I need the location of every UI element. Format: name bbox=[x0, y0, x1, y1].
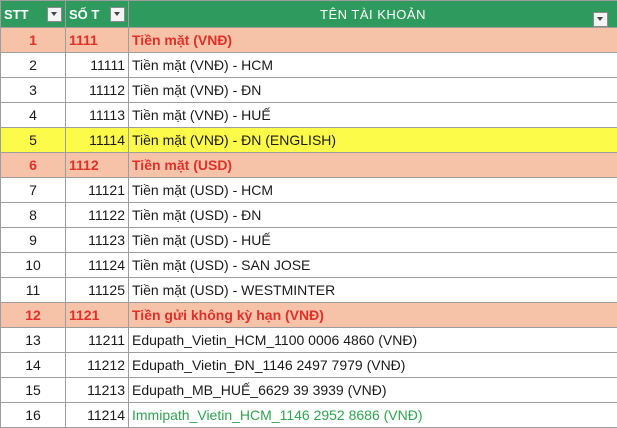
stt-filter-dropdown-icon[interactable] bbox=[47, 7, 62, 22]
stt-cell[interactable]: 5 bbox=[1, 128, 66, 153]
account-code-cell[interactable]: 11125 bbox=[66, 278, 129, 303]
stt-cell[interactable]: 15 bbox=[1, 378, 66, 403]
table-row[interactable]: 1411212Edupath_Vietin_ĐN_1146 2497 7979 … bbox=[1, 353, 617, 378]
account-code-cell[interactable]: 11213 bbox=[66, 378, 129, 403]
account-name-cell[interactable]: Tiền mặt (VNĐ) - HUẾ bbox=[129, 103, 617, 128]
table-row[interactable]: 1011124Tiền mặt (USD) - SAN JOSE bbox=[1, 253, 617, 278]
stt-cell[interactable]: 6 bbox=[1, 153, 66, 178]
table-row[interactable]: 1111125Tiền mặt (USD) - WESTMINTER bbox=[1, 278, 617, 303]
table-row[interactable]: 511114Tiền mặt (VNĐ) - ĐN (ENGLISH) bbox=[1, 128, 617, 153]
table-row[interactable]: 311112Tiền mặt (VNĐ) - ĐN bbox=[1, 78, 617, 103]
account-code-cell[interactable]: 11122 bbox=[66, 203, 129, 228]
table-row[interactable]: 61112Tiền mặt (USD) bbox=[1, 153, 617, 178]
account-code-cell[interactable]: 11123 bbox=[66, 228, 129, 253]
account-code-cell[interactable]: 1112 bbox=[66, 153, 129, 178]
account-code-cell[interactable]: 1111 bbox=[66, 28, 129, 53]
stt-cell[interactable]: 1 bbox=[1, 28, 66, 53]
account-name-cell[interactable]: Tiền mặt (USD) - HCM bbox=[129, 178, 617, 203]
stt-cell[interactable]: 13 bbox=[1, 328, 66, 353]
table-row[interactable]: 911123Tiền mặt (USD) - HUẾ bbox=[1, 228, 617, 253]
table-body: 11111Tiền mặt (VNĐ)211111Tiền mặt (VNĐ) … bbox=[1, 28, 617, 428]
header-row: STT SỐ T TÊN TÀI KHOẢN bbox=[1, 1, 617, 28]
account-code-cell[interactable]: 11112 bbox=[66, 78, 129, 103]
stt-cell[interactable]: 2 bbox=[1, 53, 66, 78]
stt-cell[interactable]: 8 bbox=[1, 203, 66, 228]
name-filter-dropdown-icon[interactable] bbox=[593, 12, 608, 27]
account-name-cell[interactable]: Edupath_Vietin_HCM_1100 0006 4860 (VNĐ) bbox=[129, 328, 617, 353]
code-header-label: SỐ T bbox=[69, 7, 99, 22]
name-header-label: TÊN TÀI KHOẢN bbox=[320, 7, 426, 22]
accounts-table: STT SỐ T TÊN TÀI KHOẢN 11111Tiền mặt (VN… bbox=[0, 0, 617, 428]
code-header[interactable]: SỐ T bbox=[66, 1, 129, 28]
account-name-cell[interactable]: Tiền mặt (VNĐ) - ĐN bbox=[129, 78, 617, 103]
account-name-cell[interactable]: Tiền mặt (USD) - ĐN bbox=[129, 203, 617, 228]
account-code-cell[interactable]: 11212 bbox=[66, 353, 129, 378]
account-code-cell[interactable]: 11113 bbox=[66, 103, 129, 128]
table-row[interactable]: 811122Tiền mặt (USD) - ĐN bbox=[1, 203, 617, 228]
account-name-cell[interactable]: Tiền mặt (USD) - WESTMINTER bbox=[129, 278, 617, 303]
account-code-cell[interactable]: 11114 bbox=[66, 128, 129, 153]
stt-cell[interactable]: 4 bbox=[1, 103, 66, 128]
table-row[interactable]: 121121Tiền gửi không kỳ hạn (VNĐ) bbox=[1, 303, 617, 328]
account-name-cell[interactable]: Tiền mặt (USD) - HUẾ bbox=[129, 228, 617, 253]
stt-cell[interactable]: 3 bbox=[1, 78, 66, 103]
account-name-cell[interactable]: Tiền mặt (VNĐ) bbox=[129, 28, 617, 53]
table-row[interactable]: 711121Tiền mặt (USD) - HCM bbox=[1, 178, 617, 203]
account-code-cell[interactable]: 1121 bbox=[66, 303, 129, 328]
account-code-cell[interactable]: 11124 bbox=[66, 253, 129, 278]
account-name-cell[interactable]: Edupath_Vietin_ĐN_1146 2497 7979 (VNĐ) bbox=[129, 353, 617, 378]
name-header[interactable]: TÊN TÀI KHOẢN bbox=[129, 1, 617, 28]
table-row[interactable]: 11111Tiền mặt (VNĐ) bbox=[1, 28, 617, 53]
table-row[interactable]: 1311211Edupath_Vietin_HCM_1100 0006 4860… bbox=[1, 328, 617, 353]
account-name-cell[interactable]: Tiền gửi không kỳ hạn (VNĐ) bbox=[129, 303, 617, 328]
account-name-cell[interactable]: Edupath_MB_HUẾ_6629 39 3939 (VNĐ) bbox=[129, 378, 617, 403]
stt-cell[interactable]: 9 bbox=[1, 228, 66, 253]
table-row[interactable]: 211111Tiền mặt (VNĐ) - HCM bbox=[1, 53, 617, 78]
stt-cell[interactable]: 11 bbox=[1, 278, 66, 303]
stt-cell[interactable]: 10 bbox=[1, 253, 66, 278]
account-code-cell[interactable]: 11211 bbox=[66, 328, 129, 353]
table-row[interactable]: 1511213Edupath_MB_HUẾ_6629 39 3939 (VNĐ) bbox=[1, 378, 617, 403]
account-name-cell[interactable]: Tiền mặt (VNĐ) - HCM bbox=[129, 53, 617, 78]
stt-cell[interactable]: 14 bbox=[1, 353, 66, 378]
stt-header[interactable]: STT bbox=[1, 1, 66, 28]
stt-cell[interactable]: 12 bbox=[1, 303, 66, 328]
account-code-cell[interactable]: 11121 bbox=[66, 178, 129, 203]
stt-header-label: STT bbox=[4, 7, 29, 22]
table-row[interactable]: 411113Tiền mặt (VNĐ) - HUẾ bbox=[1, 103, 617, 128]
account-code-cell[interactable]: 11111 bbox=[66, 53, 129, 78]
stt-cell[interactable]: 7 bbox=[1, 178, 66, 203]
account-name-cell[interactable]: Tiền mặt (USD) - SAN JOSE bbox=[129, 253, 617, 278]
account-name-cell[interactable]: Tiền mặt (VNĐ) - ĐN (ENGLISH) bbox=[129, 128, 617, 153]
account-name-cell[interactable]: Tiền mặt (USD) bbox=[129, 153, 617, 178]
code-filter-dropdown-icon[interactable] bbox=[110, 7, 125, 22]
